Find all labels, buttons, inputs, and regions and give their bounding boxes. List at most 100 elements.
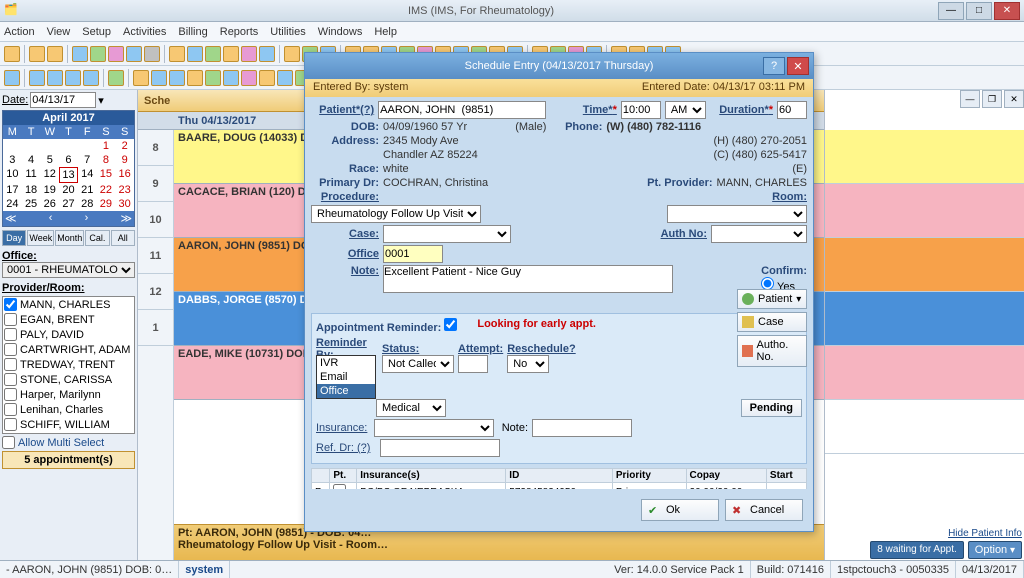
view-all[interactable]: All (111, 230, 135, 246)
calendar-day[interactable]: 19 (40, 183, 59, 197)
toolbar-icon[interactable] (144, 46, 160, 62)
toolbar-icon[interactable] (205, 46, 221, 62)
provider-item[interactable]: TREDWAY, TRENT (3, 357, 134, 372)
menu-activities[interactable]: Activities (123, 26, 166, 38)
toolbar-icon[interactable] (47, 46, 63, 62)
menu-view[interactable]: View (47, 26, 71, 38)
calendar-day[interactable]: 12 (40, 167, 59, 183)
calendar-day[interactable]: 8 (97, 153, 116, 167)
case-select[interactable] (383, 225, 511, 243)
reschedule-select[interactable]: No (507, 355, 549, 373)
insurance-select[interactable] (374, 419, 494, 437)
provider-item[interactable]: MANN, CHARLES (3, 297, 134, 312)
duration-input[interactable] (777, 101, 807, 119)
calendar-day[interactable]: 23 (115, 183, 134, 197)
date-dropdown-icon[interactable]: ▾ (98, 94, 104, 107)
toolbar-icon[interactable] (151, 70, 167, 86)
calendar-day[interactable]: 13 (59, 167, 78, 183)
calendar-day[interactable]: 9 (115, 153, 134, 167)
calendar-day[interactable] (59, 139, 78, 153)
patient-input[interactable] (378, 101, 546, 119)
room-select[interactable] (667, 205, 807, 223)
toolbar-icon[interactable] (223, 70, 239, 86)
calendar-day[interactable]: 3 (3, 153, 22, 167)
nav-fwd-icon[interactable] (83, 70, 99, 86)
provider-item[interactable]: STONE, CARISSA (3, 372, 134, 387)
calendar-day[interactable]: 15 (97, 167, 116, 183)
refdr-input[interactable] (380, 439, 500, 457)
provider-item[interactable]: EGAN, BRENT (3, 312, 134, 327)
option-button[interactable]: Option ▾ (968, 541, 1022, 559)
reminder-option-office[interactable]: Office (317, 384, 375, 398)
view-cal[interactable]: Cal. (85, 230, 109, 246)
nav-back-icon[interactable] (29, 70, 45, 86)
toolbar-icon[interactable] (187, 46, 203, 62)
toolbar-icon[interactable] (29, 46, 45, 62)
toolbar-icon[interactable] (133, 70, 149, 86)
mdi-close[interactable]: ✕ (1004, 90, 1024, 108)
side-autho-button[interactable]: Autho. No. (737, 335, 807, 367)
calendar-day[interactable]: 17 (3, 183, 22, 197)
toolbar-icon[interactable] (90, 46, 106, 62)
toolbar-icon[interactable] (241, 70, 257, 86)
calendar-day[interactable]: 24 (3, 197, 22, 211)
menu-reports[interactable]: Reports (220, 26, 259, 38)
nav-prev-icon[interactable] (47, 70, 63, 86)
menu-billing[interactable]: Billing (178, 26, 207, 38)
toolbar-icon[interactable] (72, 46, 88, 62)
maximize-button[interactable]: □ (966, 2, 992, 20)
ok-button[interactable]: ✔Ok (641, 499, 719, 521)
calendar-day[interactable]: 21 (78, 183, 97, 197)
ampm-select[interactable]: AM (665, 101, 706, 119)
calendar-day[interactable]: 28 (78, 197, 97, 211)
reminder-checkbox[interactable] (444, 318, 457, 331)
calendar-day[interactable]: 30 (115, 197, 134, 211)
calendar-day[interactable] (40, 139, 59, 153)
allow-multi-select[interactable]: Allow Multi Select (2, 436, 135, 449)
calendar-day[interactable]: 16 (115, 167, 134, 183)
cal-next-month[interactable]: › (85, 212, 89, 225)
toolbar-icon[interactable] (169, 46, 185, 62)
provider-list[interactable]: MANN, CHARLESEGAN, BRENTPALY, DAVIDCARTW… (2, 296, 135, 434)
date-input[interactable] (30, 92, 96, 108)
calendar-day[interactable]: 2 (115, 139, 134, 153)
waiting-button[interactable]: 8 waiting for Appt. (870, 541, 964, 559)
menu-action[interactable]: Action (4, 26, 35, 38)
provider-item[interactable]: PALY, DAVID (3, 327, 134, 342)
close-button[interactable]: ✕ (994, 2, 1020, 20)
calendar-day[interactable]: 11 (22, 167, 41, 183)
provider-item[interactable]: Lenihan, Charles (3, 402, 134, 417)
toolbar-icon[interactable] (284, 46, 300, 62)
menu-windows[interactable]: Windows (318, 26, 363, 38)
cal-prev-month[interactable]: ‹ (49, 212, 53, 225)
cal-next-year[interactable]: ≫ (120, 212, 132, 225)
provider-item[interactable]: Harper, Marilynn (3, 387, 134, 402)
calendar-day[interactable]: 4 (22, 153, 41, 167)
apptfor-select[interactable]: Medical (376, 399, 446, 417)
toolbar-icon[interactable] (259, 70, 275, 86)
menu-help[interactable]: Help (374, 26, 397, 38)
pending-button[interactable]: Pending (741, 399, 802, 417)
view-month[interactable]: Month (55, 230, 84, 246)
toolbar-icon[interactable] (187, 70, 203, 86)
provider-item[interactable]: Shafer Mauritzsson, Ja (3, 432, 134, 434)
toolbar-icon[interactable] (277, 70, 293, 86)
toolbar-icon[interactable] (108, 70, 124, 86)
calendar-day[interactable]: 25 (22, 197, 41, 211)
calendar-day[interactable]: 20 (59, 183, 78, 197)
toolbar-icon[interactable] (4, 46, 20, 62)
cancel-button[interactable]: ✖Cancel (725, 499, 803, 521)
view-week[interactable]: Week (27, 230, 54, 246)
cal-prev-year[interactable]: ≪ (5, 212, 17, 225)
toolbar-icon[interactable] (108, 46, 124, 62)
calendar-day[interactable]: 29 (97, 197, 116, 211)
view-day[interactable]: Day (2, 230, 26, 246)
office-input[interactable] (383, 245, 443, 263)
calendar-day[interactable]: 1 (97, 139, 116, 153)
dialog-help-button[interactable]: ? (763, 57, 785, 75)
calendar-day[interactable] (78, 139, 97, 153)
calendar-day[interactable] (22, 139, 41, 153)
calendar-day[interactable]: 18 (22, 183, 41, 197)
calendar-day[interactable]: 5 (40, 153, 59, 167)
authno-select[interactable] (711, 225, 807, 243)
